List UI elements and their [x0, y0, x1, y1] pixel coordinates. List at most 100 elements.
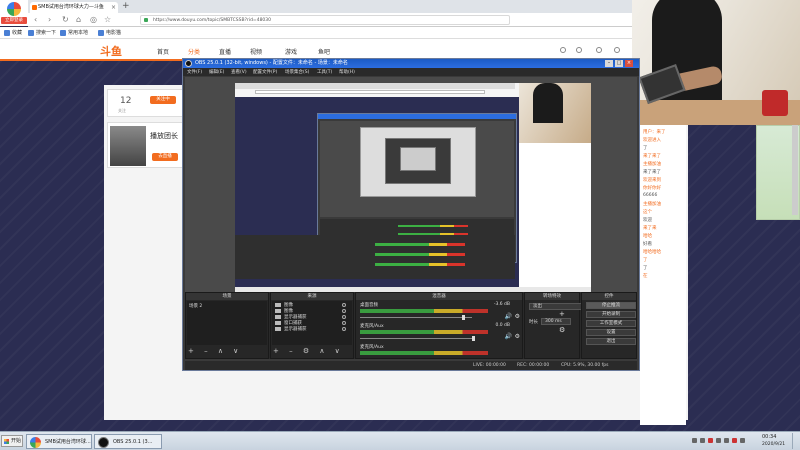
eye-icon[interactable] — [342, 321, 346, 325]
sources-controls[interactable]: + – ⚙ ∧ ∨ — [273, 347, 344, 355]
obs-app-icon — [185, 60, 192, 67]
preview-dock-meter — [375, 263, 465, 266]
volume-slider-handle[interactable] — [472, 336, 475, 341]
history-icon[interactable] — [560, 47, 566, 53]
speaker-icon[interactable]: 🔊 — [505, 333, 512, 340]
message-icon[interactable] — [596, 47, 602, 53]
volume-slider[interactable] — [360, 317, 472, 318]
monitor-source-icon — [275, 327, 281, 331]
exit-button[interactable]: 退出 — [586, 338, 636, 345]
scenes-controls[interactable]: + – ∧ ∨ — [188, 347, 242, 355]
clock-time[interactable]: 00:34 — [762, 434, 776, 440]
volume-icon[interactable] — [740, 438, 745, 443]
eye-icon[interactable] — [342, 309, 346, 313]
bookmark-item[interactable]: 常用本地 — [60, 29, 88, 37]
mixer-header: 混音器 — [356, 293, 522, 300]
transition-select[interactable]: 淡出 — [529, 303, 589, 310]
address-bar[interactable]: https://www.douyu.com/topic/SMBTCSSB?rid… — [140, 15, 510, 25]
network-icon[interactable] — [724, 438, 729, 443]
new-tab-button[interactable]: + — [122, 1, 130, 11]
site-nav-home[interactable]: 首页 — [157, 47, 169, 56]
forward-icon[interactable]: › — [48, 15, 51, 24]
site-nav-game[interactable]: 游戏 — [285, 47, 297, 56]
menu-edit[interactable]: 编辑(E) — [209, 69, 224, 75]
audio-meter — [360, 351, 488, 355]
duration-label: 时长 — [529, 320, 538, 325]
address-url: https://www.douyu.com/topic/SMBTCSSB?rid… — [153, 18, 272, 23]
close-button[interactable]: × — [625, 60, 633, 67]
user-icon[interactable] — [614, 47, 620, 53]
bookmark-item[interactable]: 搜索一下 — [28, 29, 56, 37]
site-logo[interactable]: 斗鱼 — [100, 43, 122, 59]
minimize-button[interactable]: – — [605, 60, 613, 67]
streamer-card[interactable]: 播放团长 去直播 — [107, 122, 187, 168]
studio-mode-button[interactable]: 工作室模式 — [586, 320, 636, 327]
volume-slider[interactable] — [360, 338, 472, 339]
preview-dock-meter — [375, 253, 465, 256]
login-label[interactable]: 立即登录 — [1, 17, 27, 24]
reader-icon[interactable]: ◎ — [90, 15, 97, 24]
menu-scene-collection[interactable]: 场景集合(S) — [285, 69, 309, 75]
bookmark-item[interactable]: 电影猫 — [98, 29, 121, 37]
go-live-button[interactable]: 去直播 — [152, 153, 178, 161]
chat-message: 主播加油 — [643, 162, 661, 167]
menu-profile[interactable]: 配置文件(P) — [253, 69, 277, 75]
system-tray — [690, 435, 758, 447]
bookmark-icon — [4, 30, 10, 36]
speaker-icon[interactable]: 🔊 — [505, 313, 512, 320]
tab-close-icon[interactable]: × — [111, 2, 116, 13]
gear-icon[interactable]: ⚙ — [515, 333, 520, 340]
tray-icon[interactable] — [708, 438, 713, 443]
clock-date[interactable]: 2020/9/21 — [762, 442, 785, 447]
browser-logo[interactable]: 立即登录 — [0, 0, 28, 26]
sources-list[interactable]: 图像 图像 显示器捕获 窗口捕获 显示器捕获 — [272, 301, 352, 345]
chat-message: 哈哈 — [643, 234, 652, 239]
bookmark-item[interactable]: 收藏 — [4, 29, 22, 37]
stop-streaming-button[interactable]: 停止推流 — [586, 302, 636, 309]
start-recording-button[interactable]: 开始录制 — [586, 311, 636, 318]
chat-message: 欢迎 — [643, 218, 652, 223]
site-nav-video[interactable]: 视频 — [250, 47, 262, 56]
site-nav-bar[interactable]: 鱼吧 — [318, 47, 330, 56]
taskbar-browser[interactable]: SMB试用台湾环球... — [26, 434, 92, 449]
gear-icon[interactable]: ⚙ — [515, 313, 520, 320]
show-desktop-button[interactable] — [792, 433, 799, 449]
chat-message: 了 — [643, 146, 648, 151]
volume-slider-handle[interactable] — [462, 315, 465, 320]
menu-file[interactable]: 文件(F) — [187, 69, 202, 75]
tray-icon[interactable] — [700, 438, 705, 443]
back-icon[interactable]: ‹ — [34, 15, 37, 24]
eye-icon[interactable] — [342, 327, 346, 331]
scenes-list[interactable]: 场景 2 — [187, 301, 267, 345]
menu-view[interactable]: 查看(V) — [231, 69, 247, 75]
tray-icon[interactable] — [732, 438, 737, 443]
page-scrollbar[interactable] — [792, 125, 798, 215]
obs-icon — [98, 437, 109, 448]
obs-titlebar[interactable]: OBS 25.0.1 (32-bit, windows) - 配置文件：未命名 … — [183, 59, 639, 68]
menu-help[interactable]: 帮助(H) — [339, 69, 355, 75]
site-nav-live[interactable]: 直播 — [219, 47, 231, 56]
tray-icon[interactable] — [716, 438, 721, 443]
start-button[interactable]: 开始 — [1, 435, 23, 447]
follow-card[interactable]: 12 关注 关注中 — [107, 89, 187, 117]
scene-item[interactable]: 场景 2 — [189, 303, 202, 309]
eye-icon[interactable] — [342, 315, 346, 319]
source-item[interactable]: 显示器捕获 — [284, 326, 307, 332]
tray-icon[interactable] — [692, 438, 697, 443]
eye-icon[interactable] — [342, 303, 346, 307]
controls-header: 控件 — [582, 293, 636, 300]
site-nav-category[interactable]: 分类 — [188, 47, 200, 56]
duration-input[interactable]: 300 ms — [541, 318, 571, 325]
settings-button[interactable]: 设置 — [586, 329, 636, 336]
maximize-button[interactable]: □ — [615, 60, 623, 67]
browser-tab-active[interactable]: SMB试用台湾环球大力—斗鱼 × — [30, 2, 118, 13]
menu-tools[interactable]: 工具(T) — [317, 69, 332, 75]
reload-icon[interactable]: ↻ — [62, 15, 69, 24]
bookmark-star-icon[interactable]: ☆ — [104, 15, 111, 24]
follow-icon[interactable] — [576, 47, 582, 53]
follow-count: 12 — [120, 96, 132, 106]
home-icon[interactable]: ⌂ — [76, 15, 81, 24]
follow-button[interactable]: 关注中 — [150, 96, 176, 104]
preview-nested-screen-2 — [400, 147, 436, 171]
taskbar-obs[interactable]: OBS 25.0.1 (3... — [94, 434, 162, 449]
